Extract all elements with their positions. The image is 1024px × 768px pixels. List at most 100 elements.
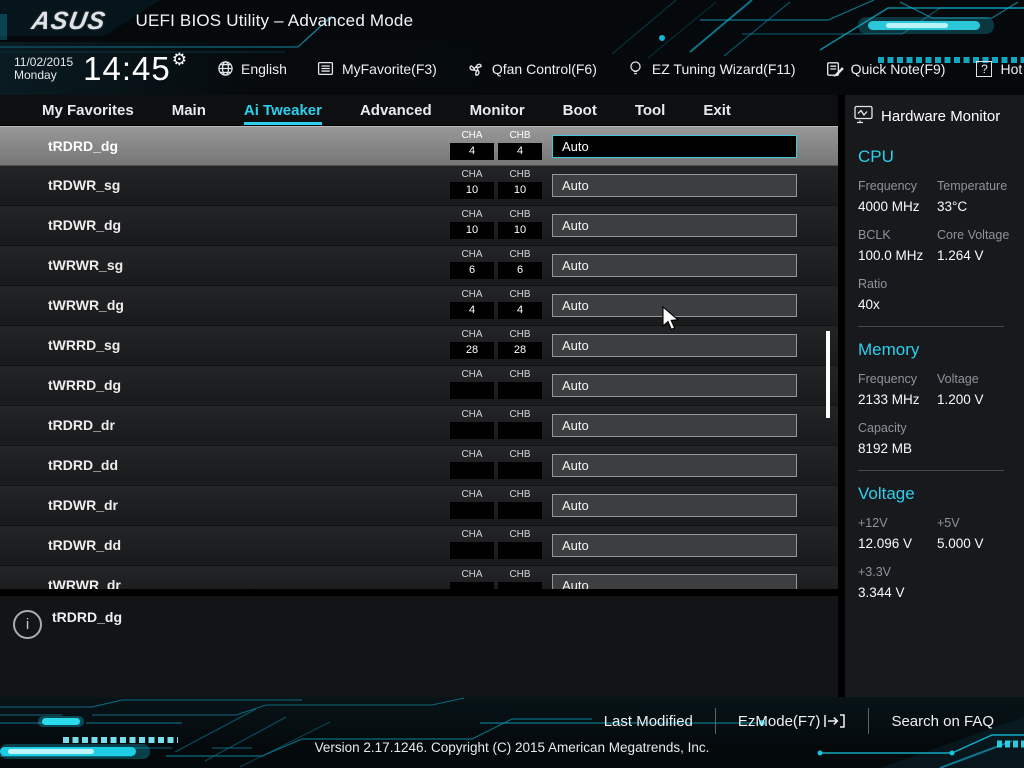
channel-header-label: CHB [509, 249, 531, 260]
channel-value [450, 462, 494, 479]
channel-header-label: CHA [461, 329, 483, 340]
setting-row-tRDWR_dr[interactable]: tRDWR_dr CHA CHB Auto [0, 486, 838, 526]
channel-value: 4 [450, 143, 494, 160]
tab-tool[interactable]: Tool [635, 102, 666, 125]
channel-a-cell: CHA 6 [450, 249, 494, 279]
bottom-item-ezmode-f7[interactable]: EzMode(F7) [716, 713, 869, 730]
setting-value-dropdown[interactable]: Auto [552, 135, 797, 158]
page-title: UEFI BIOS Utility – Advanced Mode [135, 11, 414, 30]
hw-metric-label: +5V [937, 516, 960, 530]
channel-value [450, 542, 494, 559]
toolbar-item-quick-note-f9[interactable]: Quick Note(F9) [826, 60, 945, 78]
bottom-bar: Last Modified EzMode(F7) Search on FAQ Ver… [0, 697, 1024, 768]
tab-boot[interactable]: Boot [563, 102, 597, 125]
info-panel: i tRDRD_dg [0, 596, 838, 697]
channel-b-cell: CHB 28 [498, 329, 542, 359]
date-text: 11/02/2015 [14, 54, 74, 69]
setting-label: tRDWR_dd [48, 537, 122, 553]
hw-metric-core-voltage: Core Voltage 1.264 V [937, 228, 1016, 263]
hw-metric-label: Frequency [858, 179, 918, 193]
hw-metric-label: +12V [858, 516, 888, 530]
globe-icon [216, 60, 234, 78]
channel-a-cell: CHA 4 [450, 130, 494, 160]
channel-a-cell: CHA [450, 449, 494, 479]
hw-section-title-cpu: CPU [858, 147, 894, 166]
myfavorite-icon [317, 60, 335, 78]
channel-header-label: CHB [509, 489, 531, 500]
tab-monitor[interactable]: Monitor [470, 102, 525, 125]
channel-value: 4 [498, 143, 542, 160]
toolbar-item-qfan-control-f6[interactable]: Qfan Control(F6) [467, 60, 597, 78]
setting-row-tWRWR_sg[interactable]: tWRWR_sg CHA 6 CHB 6 Auto [0, 246, 838, 286]
hw-metric-row: +3.3V 3.344 V [858, 565, 1024, 600]
setting-value-dropdown[interactable]: Auto [552, 454, 797, 477]
toolbar-item-ez-tuning-wizard-f11[interactable]: EZ Tuning Wizard(F11) [627, 60, 796, 78]
channel-value [450, 582, 494, 589]
setting-row-tWRRD_sg[interactable]: tWRRD_sg CHA 28 CHB 28 Auto [0, 326, 838, 366]
channel-value [498, 382, 542, 399]
channel-a-cell: CHA [450, 489, 494, 519]
setting-row-tRDWR_dg[interactable]: tRDWR_dg CHA 10 CHB 10 Auto [0, 206, 838, 246]
setting-value-dropdown[interactable]: Auto [552, 374, 797, 397]
channel-header-label: CHA [461, 369, 483, 380]
setting-value-dropdown[interactable]: Auto [552, 534, 797, 557]
channel-b-cell: CHB [498, 569, 542, 589]
setting-value-dropdown[interactable]: Auto [552, 334, 797, 357]
setting-value-dropdown[interactable]: Auto [552, 214, 797, 237]
channel-header-label: CHB [509, 409, 531, 420]
tab-advanced[interactable]: Advanced [360, 102, 432, 125]
setting-label: tRDWR_sg [48, 177, 121, 193]
bottom-item-last-modified[interactable]: Last Modified [582, 713, 715, 730]
hw-metric-value: 33°C [937, 199, 968, 214]
menu-tab-bar: My Favorites Main Ai Tweaker Advanced Monito… [0, 95, 838, 126]
setting-label: tWRRD_dg [48, 377, 122, 393]
gear-icon[interactable]: ⚙ [172, 50, 187, 70]
channel-a-cell: CHA [450, 529, 494, 559]
hw-metric-label: Temperature [937, 179, 1008, 193]
tab-my-favorites[interactable]: My Favorites [42, 102, 134, 125]
asus-logo: ASUS [29, 6, 109, 35]
hw-metric-label: Frequency [858, 372, 918, 386]
channel-a-cell: CHA 10 [450, 209, 494, 239]
title-bar: ASUS UEFI BIOS Utility – Advanced Mode [0, 0, 1024, 42]
setting-value-dropdown[interactable]: Auto [552, 574, 797, 589]
bottom-item-label: Search on FAQ [891, 712, 994, 730]
setting-row-tWRWR_dg[interactable]: tWRWR_dg CHA 4 CHB 4 Auto [0, 286, 838, 326]
tab-main[interactable]: Main [172, 102, 206, 125]
hw-metric-row: Frequency 4000 MHz Temperature 33°C [858, 179, 1024, 214]
bottom-item-search-on-faq[interactable]: Search on FAQ [869, 713, 1016, 730]
tab-ai-tweaker[interactable]: Ai Tweaker [243, 102, 322, 125]
list-scrollbar[interactable] [826, 331, 830, 418]
toolbar-item-label: MyFavorite(F3) [341, 60, 437, 77]
qfan-icon [467, 60, 485, 78]
hardware-monitor-sections: CPU Frequency 4000 MHz Temperature 33°C BCLK 1… [845, 134, 1024, 614]
hw-metric-label: Voltage [937, 372, 979, 386]
hw-metric-value: 40x [858, 297, 880, 312]
channel-b-cell: CHB 6 [498, 249, 542, 279]
setting-value-dropdown[interactable]: Auto [552, 414, 797, 437]
setting-row-tRDWR_sg[interactable]: tRDWR_sg CHA 10 CHB 10 Auto [0, 166, 838, 206]
toolbar-item-myfavorite-f3[interactable]: MyFavorite(F3) [317, 60, 437, 78]
setting-label: tWRWR_dr [48, 577, 121, 589]
setting-row-tWRRD_dg[interactable]: tWRRD_dg CHA CHB Auto [0, 366, 838, 406]
channel-value [450, 422, 494, 439]
hw-metric-ratio: Ratio 40x [858, 277, 937, 312]
setting-row-tRDWR_dd[interactable]: tRDWR_dd CHA CHB Auto [0, 526, 838, 566]
channel-b-cell: CHB 4 [498, 130, 542, 160]
setting-label: tRDRD_dg [48, 138, 118, 154]
bios-screen: ASUS UEFI BIOS Utility – Advanced Mode 1… [0, 0, 1024, 768]
setting-value-dropdown[interactable]: Auto [552, 174, 797, 197]
toolbar-item-english[interactable]: English [216, 60, 287, 78]
setting-row-tRDRD_dd[interactable]: tRDRD_dd CHA CHB Auto [0, 446, 838, 486]
setting-value-dropdown[interactable]: Auto [552, 494, 797, 517]
toolbar-item-hot-keys[interactable]: ? Hot Keys [975, 60, 1024, 78]
setting-row-tRDRD_dr[interactable]: tRDRD_dr CHA CHB Auto [0, 406, 838, 446]
setting-row-tRDRD_dg[interactable]: tRDRD_dg CHA 4 CHB 4 Auto [0, 126, 838, 166]
toolbar-item-label: Hot Keys [1000, 60, 1024, 77]
channel-b-cell: CHB 4 [498, 289, 542, 319]
channel-value: 28 [498, 342, 542, 359]
tab-exit[interactable]: Exit [703, 102, 731, 125]
setting-row-tWRWR_dr[interactable]: tWRWR_dr CHA CHB Auto [0, 566, 838, 589]
channel-b-cell: CHB 10 [498, 209, 542, 239]
setting-value-dropdown[interactable]: Auto [552, 254, 797, 277]
